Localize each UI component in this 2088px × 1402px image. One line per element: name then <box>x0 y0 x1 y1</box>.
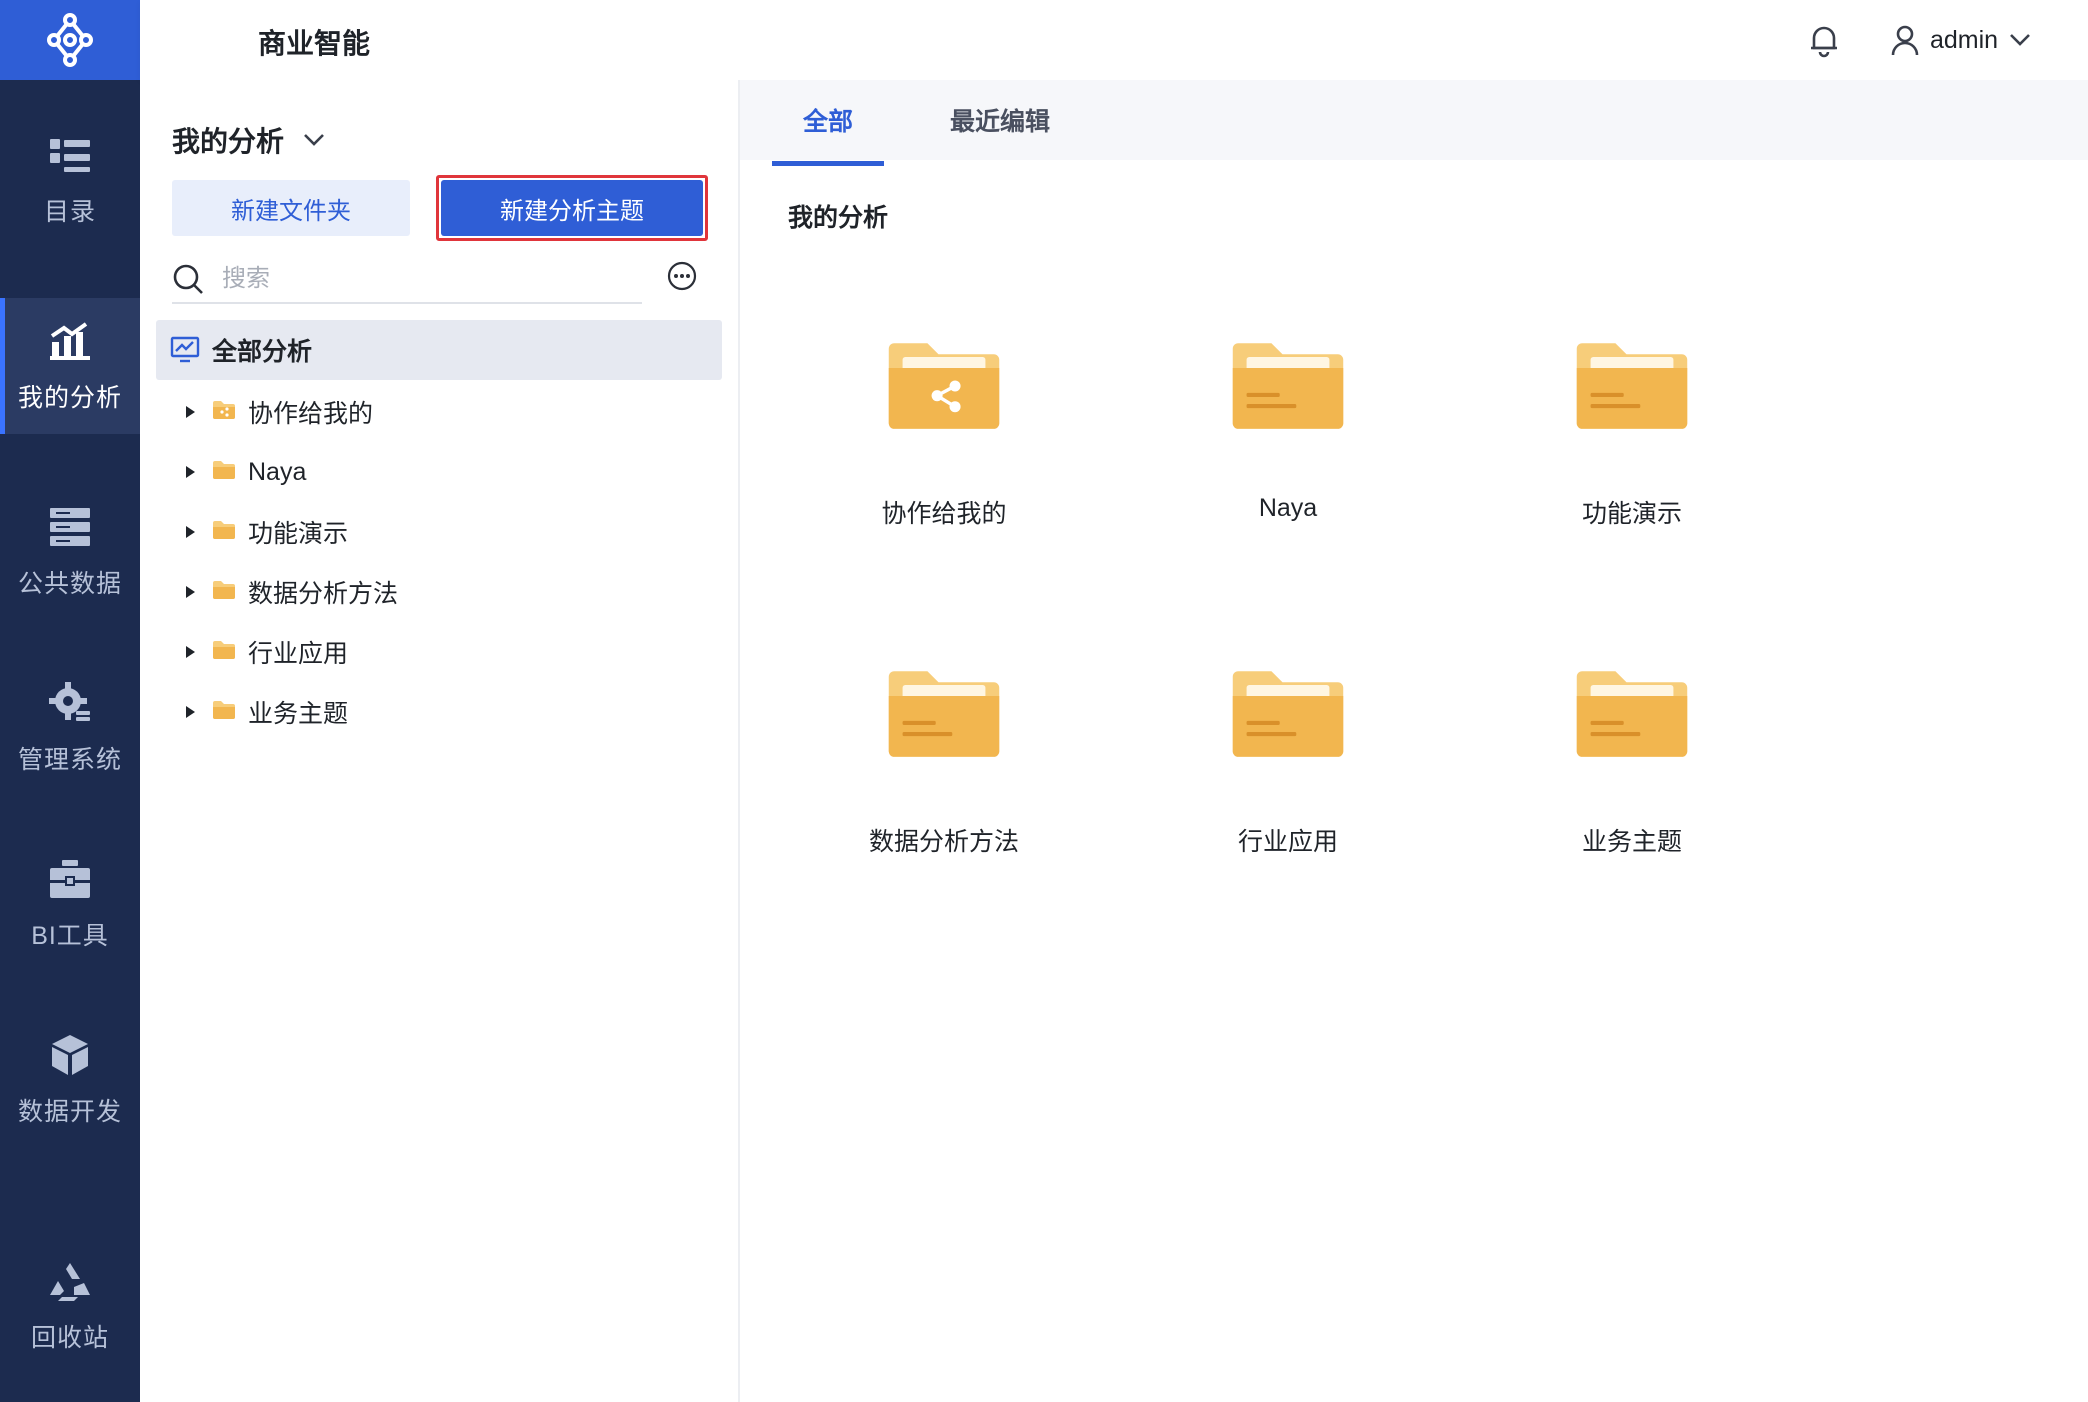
left-rail: 目录 我的分析 公共数据 管理系统 BI工具 数据开发 回收站 <box>0 0 140 1402</box>
folder-card-label: 协作给我的 <box>881 500 1007 528</box>
chevron-down-icon <box>2010 34 2031 46</box>
user-icon <box>1891 25 1919 56</box>
folder-card-label: 功能演示 <box>1581 500 1682 528</box>
logo-icon <box>47 13 93 67</box>
shared-folder-icon <box>886 334 1002 438</box>
folder-icon <box>1574 334 1690 438</box>
folder-icon <box>1574 662 1690 766</box>
tree-item[interactable]: 业务主题 <box>140 682 738 742</box>
panel-title: 我的分析 <box>172 126 285 157</box>
chevron-down-icon <box>304 134 324 146</box>
shared-folder-icon <box>212 400 236 425</box>
folder-card-label: 行业应用 <box>1237 828 1338 856</box>
tree-root-all-analysis[interactable]: 全部分析 <box>156 320 722 380</box>
analysis-chart-icon <box>47 318 93 364</box>
folder-tree: 协作给我的 Naya 功能演示数据分析方法 行业应用业务主题 <box>140 382 738 742</box>
rail-label: BI工具 <box>31 922 109 950</box>
bell-icon[interactable] <box>1804 20 1844 60</box>
rail-label: 数据开发 <box>17 1098 122 1126</box>
rail-label: 回收站 <box>30 1324 109 1352</box>
tree-item-label: 业务主题 <box>248 700 349 728</box>
tree-root-label: 全部分析 <box>212 338 313 366</box>
tree-item[interactable]: 功能演示 <box>140 502 738 562</box>
panel-title-dropdown[interactable]: 我的分析 <box>172 120 326 160</box>
rail-item-bi-tools[interactable]: BI工具 <box>0 836 140 972</box>
folder-icon <box>212 640 236 665</box>
user-menu[interactable]: admin <box>1890 20 2032 60</box>
rail-label: 我的分析 <box>17 384 122 412</box>
rail-label: 公共数据 <box>17 570 122 598</box>
folder-card[interactable]: 功能演示 <box>1512 300 1752 530</box>
tree-item[interactable]: 数据分析方法 <box>140 562 738 622</box>
caret-right-icon[interactable] <box>184 525 196 539</box>
tree-item-label: 数据分析方法 <box>248 580 399 608</box>
gear-icon <box>47 680 93 726</box>
folder-card[interactable]: 数据分析方法 <box>824 628 1064 858</box>
folder-card[interactable]: 业务主题 <box>1512 628 1752 858</box>
folder-icon <box>212 460 236 485</box>
top-bar: 商业智能 admin <box>140 0 2088 80</box>
search-icon[interactable] <box>172 263 204 295</box>
section-title: 我的分析 <box>788 204 889 232</box>
rail-item-admin-system[interactable]: 管理系统 <box>0 660 140 796</box>
folder-icon <box>212 700 236 725</box>
folder-icon <box>212 520 236 545</box>
rail-label: 管理系统 <box>17 746 122 774</box>
caret-right-icon[interactable] <box>184 705 196 719</box>
caret-right-icon[interactable] <box>184 465 196 479</box>
tree-item-label: 行业应用 <box>248 640 349 668</box>
caret-right-icon[interactable] <box>184 405 196 419</box>
search-box <box>172 256 642 304</box>
app-logo[interactable] <box>0 0 140 80</box>
tree-item[interactable]: 行业应用 <box>140 622 738 682</box>
tab-recent-edits[interactable]: 最近编辑 <box>930 80 1070 160</box>
folder-card[interactable]: 协作给我的 <box>824 300 1064 530</box>
rail-item-my-analysis[interactable]: 我的分析 <box>0 298 140 434</box>
tree-item[interactable]: Naya <box>140 442 738 502</box>
analysis-panel: 我的分析 新建文件夹 新建分析主题 全部分析 协作给我的 Naya 功能演示数据分析… <box>140 80 884 1402</box>
rail-label: 目录 <box>43 198 96 226</box>
rail-item-data-dev[interactable]: 数据开发 <box>0 1012 140 1148</box>
cube-icon <box>47 1032 93 1078</box>
highlight-box: 新建分析主题 <box>436 175 708 241</box>
new-analysis-theme-button[interactable]: 新建分析主题 <box>441 180 703 236</box>
folder-card-label: Naya <box>1258 494 1318 522</box>
rail-item-public-data[interactable]: 公共数据 <box>0 484 140 620</box>
caret-right-icon[interactable] <box>184 645 196 659</box>
new-folder-button[interactable]: 新建文件夹 <box>172 180 410 236</box>
app-title: 商业智能 <box>258 28 371 59</box>
folder-card-label: 数据分析方法 <box>868 828 1019 856</box>
folder-card-label: 业务主题 <box>1581 828 1682 856</box>
rail-item-catalog[interactable]: 目录 <box>0 112 140 248</box>
public-data-icon <box>47 504 93 550</box>
tabs-bar: 全部 最近编辑 <box>740 80 2088 166</box>
caret-right-icon[interactable] <box>184 585 196 599</box>
folder-card[interactable]: 行业应用 <box>1168 628 1408 858</box>
tree-item[interactable]: 协作给我的 <box>140 382 738 442</box>
folder-icon <box>1230 662 1346 766</box>
catalog-icon <box>47 132 93 178</box>
rail-item-recycle[interactable]: 回收站 <box>0 1238 140 1374</box>
tree-item-label: 协作给我的 <box>248 400 374 428</box>
folder-card[interactable]: Naya <box>1168 300 1408 530</box>
more-options-icon[interactable] <box>666 260 698 292</box>
folder-icon <box>212 580 236 605</box>
tree-item-label: Naya <box>248 457 307 486</box>
search-input[interactable] <box>220 264 624 294</box>
recycle-icon <box>47 1258 93 1304</box>
toolbox-icon <box>47 856 93 902</box>
tree-item-label: 功能演示 <box>248 520 349 548</box>
main-content: 全部 最近编辑 我的分析 协作给我的 Naya 功能演示数据分析方法 行业应用 业务主题 <box>740 80 2088 1402</box>
folder-icon <box>886 662 1002 766</box>
monitor-chart-icon <box>170 336 200 363</box>
user-name: admin <box>1930 25 1999 54</box>
folder-icon <box>1230 334 1346 438</box>
tab-all[interactable]: 全部 <box>772 80 884 166</box>
